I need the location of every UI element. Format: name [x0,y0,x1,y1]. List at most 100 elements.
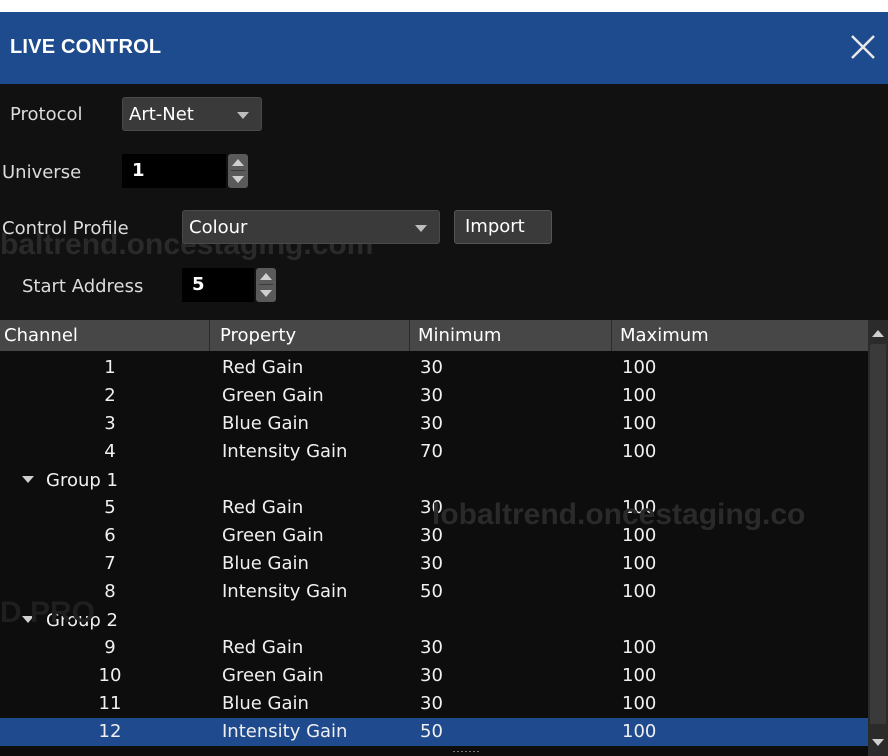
table-row[interactable]: 6 Green Gain 30 100 [0,522,868,550]
cell-channel: 6 [104,525,116,546]
column-header-minimum[interactable]: Minimum [414,320,612,351]
cell-property: Red Gain [222,637,304,658]
group-row[interactable]: Group 1 [0,466,868,494]
cell-minimum: 30 [420,413,443,434]
cell-channel: 12 [98,721,122,742]
control-profile-label: Control Profile [2,218,129,239]
resize-grip[interactable] [452,750,480,753]
cell-maximum: 100 [622,721,657,742]
cell-maximum: 100 [622,385,657,406]
universe-label: Universe [2,162,82,183]
cell-maximum: 100 [622,581,657,602]
table-row[interactable]: 7 Blue Gain 30 100 [0,550,868,578]
group-label: Group 2 [46,610,118,631]
group-label: Group 1 [46,470,118,491]
table-row[interactable]: 10 Green Gain 30 100 [0,662,868,690]
cell-property: Red Gain [222,497,304,518]
top-strip [0,0,888,12]
cell-minimum: 70 [420,441,443,462]
expand-triangle-icon[interactable] [22,616,34,623]
cell-minimum: 30 [420,553,443,574]
cell-maximum: 100 [622,497,657,518]
cell-channel: 7 [104,553,116,574]
universe-input[interactable]: 1 [122,154,226,188]
scroll-up-icon[interactable] [872,330,884,337]
spinner-divider [231,170,245,171]
grid-header: Channel Property Minimum Maximum [0,320,868,351]
table-row[interactable]: 3 Blue Gain 30 100 [0,410,868,438]
spin-down-icon[interactable] [232,176,244,183]
cell-maximum: 100 [622,441,657,462]
table-row[interactable]: 12 Intensity Gain 50 100 [0,718,868,746]
control-profile-value: Colour [189,217,248,238]
scroll-thumb[interactable] [870,344,886,724]
start-address-input[interactable]: 5 [182,268,254,302]
cell-minimum: 50 [420,581,443,602]
import-button[interactable]: Import [454,210,552,244]
cell-property: Blue Gain [222,413,309,434]
cell-channel: 10 [98,665,122,686]
cell-maximum: 100 [622,637,657,658]
channel-grid[interactable]: Channel Property Minimum Maximum 1 Red Ga… [0,320,888,756]
cell-property: Blue Gain [222,553,309,574]
protocol-label: Protocol [10,104,83,125]
column-header-maximum[interactable]: Maximum [616,320,868,351]
cell-minimum: 50 [420,721,443,742]
cell-property: Green Gain [222,665,324,686]
protocol-value: Art-Net [129,104,194,125]
cell-channel: 4 [104,441,116,462]
table-row[interactable]: 2 Green Gain 30 100 [0,382,868,410]
table-row[interactable]: 1 Red Gain 30 100 [0,354,868,382]
cell-channel: 2 [104,385,116,406]
cell-property: Intensity Gain [222,721,348,742]
cell-minimum: 30 [420,693,443,714]
cell-channel: 11 [98,693,122,714]
start-address-label: Start Address [22,276,144,297]
cell-channel: 3 [104,413,116,434]
cell-property: Intensity Gain [222,441,348,462]
table-row[interactable]: 11 Blue Gain 30 100 [0,690,868,718]
cell-minimum: 30 [420,357,443,378]
vertical-scrollbar[interactable] [868,320,888,756]
table-row[interactable]: 5 Red Gain 30 100 [0,494,868,522]
column-header-channel[interactable]: Channel [0,320,210,351]
cell-minimum: 30 [420,497,443,518]
cell-minimum: 30 [420,525,443,546]
cell-maximum: 100 [622,665,657,686]
cell-minimum: 30 [420,637,443,658]
column-header-property[interactable]: Property [216,320,410,351]
expand-triangle-icon[interactable] [22,476,34,483]
table-row[interactable]: 4 Intensity Gain 70 100 [0,438,868,466]
cell-channel: 8 [104,581,116,602]
cell-property: Blue Gain [222,693,309,714]
start-address-spinner[interactable] [256,268,276,302]
cell-maximum: 100 [622,525,657,546]
title-bar: LIVE CONTROL [0,12,888,84]
protocol-dropdown[interactable]: Art-Net [122,97,262,131]
spin-up-icon[interactable] [260,273,272,280]
close-icon[interactable] [848,32,878,62]
cell-channel: 9 [104,637,116,658]
universe-spinner[interactable] [228,154,248,188]
cell-maximum: 100 [622,413,657,434]
cell-property: Green Gain [222,525,324,546]
cell-maximum: 100 [622,553,657,574]
cell-minimum: 30 [420,665,443,686]
spin-down-icon[interactable] [260,290,272,297]
cell-property: Red Gain [222,357,304,378]
cell-channel: 5 [104,497,116,518]
table-row[interactable]: 8 Intensity Gain 50 100 [0,578,868,606]
table-row[interactable]: 9 Red Gain 30 100 [0,634,868,662]
window-title: LIVE CONTROL [10,36,162,58]
chevron-down-icon [237,112,249,119]
spinner-divider [259,284,273,285]
cell-property: Intensity Gain [222,581,348,602]
cell-maximum: 100 [622,693,657,714]
scroll-down-icon[interactable] [872,739,884,746]
group-row[interactable]: Group 2 [0,606,868,634]
cell-channel: 1 [104,357,116,378]
control-profile-dropdown[interactable]: Colour [182,210,440,244]
spin-up-icon[interactable] [232,159,244,166]
cell-maximum: 100 [622,357,657,378]
cell-property: Green Gain [222,385,324,406]
